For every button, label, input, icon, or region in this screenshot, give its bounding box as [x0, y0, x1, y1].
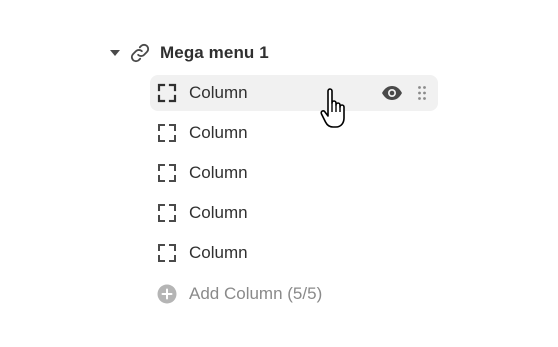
list-item-column-1[interactable]: Column	[150, 75, 438, 111]
eye-icon[interactable]	[380, 81, 404, 105]
column-frame-icon	[156, 122, 178, 144]
menu-tree: Mega menu 1 Column Column Column Column …	[0, 0, 558, 347]
list-item-label: Column	[189, 163, 248, 182]
menu-item-mega-menu-1[interactable]: Mega menu 1	[106, 38, 269, 68]
drag-handle-icon[interactable]	[414, 83, 430, 103]
caret-down-icon[interactable]	[106, 44, 124, 62]
list-item-label: Column	[189, 83, 248, 102]
column-frame-icon	[156, 242, 178, 264]
column-frame-icon	[156, 202, 178, 224]
list-item-column-4[interactable]: Column	[150, 195, 438, 231]
column-frame-icon	[156, 162, 178, 184]
menu-item-label: Mega menu 1	[160, 43, 269, 62]
list-item-column-5[interactable]: Column	[150, 235, 438, 271]
list-item-label: Column	[189, 243, 248, 262]
add-column-button[interactable]: Add Column (5/5)	[150, 276, 322, 312]
list-item-label: Column	[189, 123, 248, 142]
plus-circle-icon	[155, 282, 179, 306]
link-icon	[128, 41, 152, 65]
list-item-label: Column	[189, 203, 248, 222]
column-frame-icon	[156, 82, 178, 104]
add-column-label: Add Column (5/5)	[189, 284, 323, 303]
row-actions	[380, 75, 438, 111]
list-item-column-3[interactable]: Column	[150, 155, 438, 191]
list-item-column-2[interactable]: Column	[150, 115, 438, 151]
